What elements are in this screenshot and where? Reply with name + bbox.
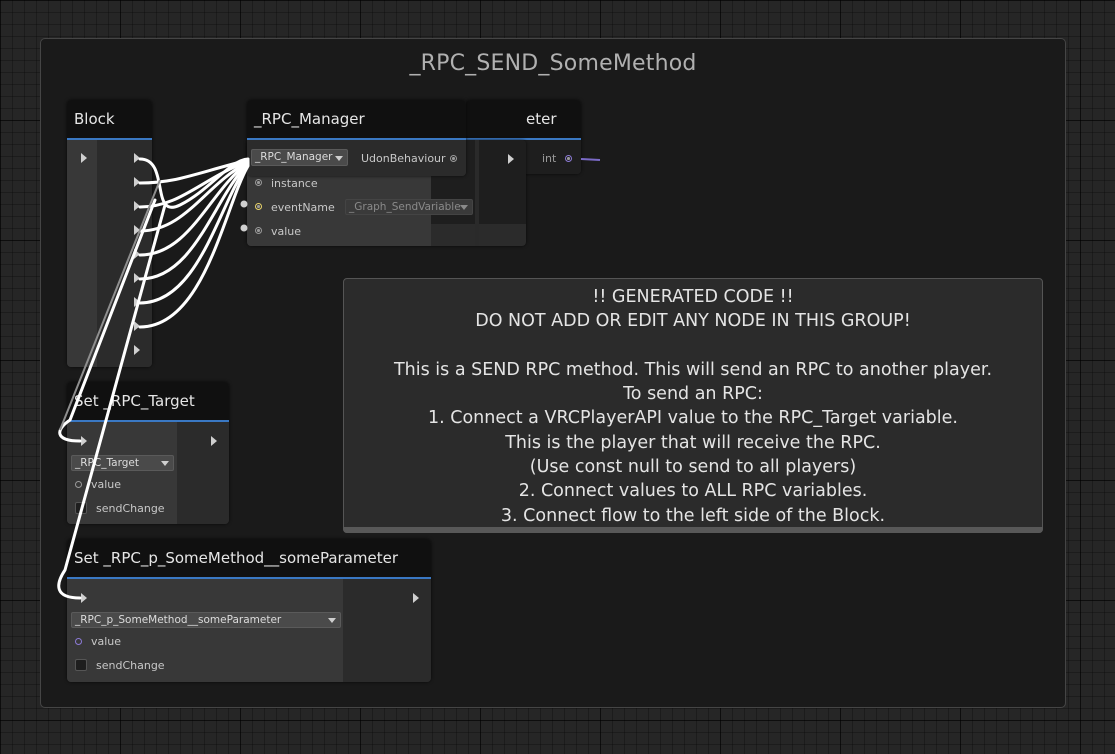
comment-line: 2. Connect values to ALL RPC variables. bbox=[518, 481, 868, 502]
comment-line: 1. Connect a VRCPlayerAPI value to the R… bbox=[428, 408, 958, 429]
wire-to-param bbox=[57, 203, 167, 600]
generated-code-comment[interactable]: !! GENERATED CODE !! DO NOT ADD OR EDIT … bbox=[343, 278, 1043, 533]
wire-to-target bbox=[58, 198, 157, 443]
comment-line bbox=[344, 334, 1042, 358]
port-stub bbox=[240, 224, 248, 232]
port-stub bbox=[240, 200, 248, 208]
comment-line: (Use const null to send to all players) bbox=[529, 457, 857, 478]
wire-int bbox=[580, 158, 601, 161]
comment-line: 3. Connect flow to the left side of the … bbox=[500, 505, 886, 526]
wire-data-gray bbox=[59, 179, 161, 431]
comment-line: DO NOT ADD OR EDIT ANY NODE IN THIS GROU… bbox=[475, 311, 911, 332]
comment-line: This is a SEND RPC method. This will sen… bbox=[393, 359, 993, 380]
comment-resize-bar[interactable] bbox=[343, 527, 1043, 533]
comment-line: To send an RPC: bbox=[623, 384, 763, 405]
comment-line: This is the player that will receive the… bbox=[505, 432, 881, 453]
comment-line: !! GENERATED CODE !! bbox=[592, 287, 794, 307]
